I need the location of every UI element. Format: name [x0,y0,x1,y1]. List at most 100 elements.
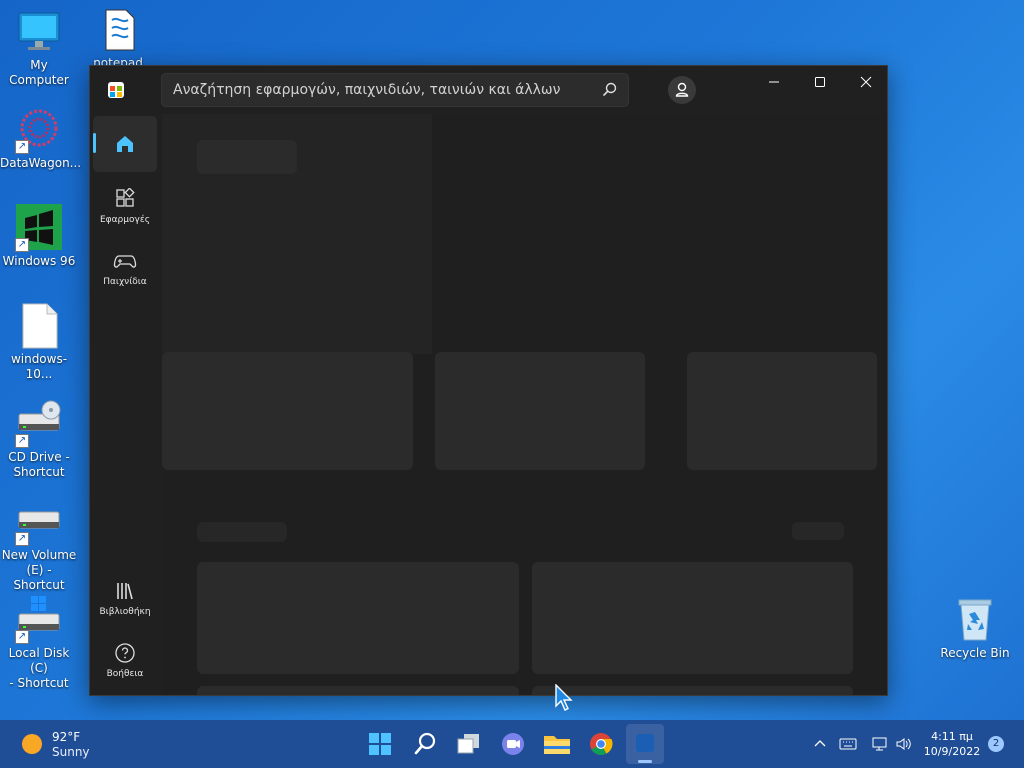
search-input[interactable] [162,74,592,106]
skeleton-card [162,352,413,470]
nav-help-label: Βοήθεια [106,669,144,679]
clock-date: 10/9/2022 [923,745,981,758]
desktop-icon-recycle-bin[interactable]: Recycle Bin [936,596,1014,661]
gamepad-icon [113,255,137,268]
task-view-button[interactable] [453,728,485,760]
clock[interactable]: 4:11 πμ 10/9/2022 [920,728,984,760]
search-taskbar-button[interactable] [409,728,441,760]
title-bar[interactable] [90,66,887,114]
folder-icon [544,736,570,754]
store-logo-icon [108,82,124,98]
maximize-button[interactable] [797,66,843,98]
search-icon[interactable] [602,82,618,98]
desktop-icon-cd-drive[interactable]: ↗ CD Drive - Shortcut [0,400,78,480]
desktop-icon-label: Windows 96 [2,254,76,268]
start-button[interactable] [364,728,396,760]
volume-icon[interactable] [895,736,913,752]
desktop-icon-windows96[interactable]: ↗ Windows 96 [0,204,78,269]
nav-library-label: Βιβλιοθήκη [99,607,151,617]
person-icon [675,82,689,97]
chrome-button[interactable] [585,728,617,760]
windows96-icon: ↗ [15,204,63,252]
desktop-icon-new-volume[interactable]: ↗ New Volume (E) - Shortcut [0,498,78,593]
close-icon [860,76,872,88]
minimize-icon [769,81,779,83]
nav-library[interactable]: Βιβλιοθήκη [93,574,157,630]
nav-games-label: Παιχνίδια [103,277,147,287]
desktop-icon-label: Local Disk (C) - Shortcut [8,646,70,690]
chrome-icon [590,733,613,755]
content-loading [162,114,887,695]
teams-chat-icon [502,733,524,755]
system-drive-icon: ↗ [15,596,63,644]
search-icon [414,732,436,755]
library-icon [117,583,133,600]
maximize-icon [815,77,825,87]
drive-icon: ↗ [15,498,63,546]
nav-active-indicator [93,133,96,153]
close-button[interactable] [843,66,887,98]
nav-games[interactable]: Παιχνίδια [93,244,157,300]
shortcut-arrow-icon: ↗ [15,532,29,546]
weather-temp: 92°F [52,730,81,744]
desktop-icon-label: DataWagon... [0,156,82,170]
windows-logo-icon [369,733,391,755]
taskbar: 92°F Sunny 4:11 πμ 10/9/2022 2 [0,720,1024,768]
store-window: Εφαρμογές Παιχνίδια Βιβλιοθήκη Βοήθεια [89,65,888,696]
file-icon [15,302,63,350]
skeleton-tile [532,562,853,674]
nav-help[interactable]: Βοήθεια [93,636,157,692]
shortcut-arrow-icon: ↗ [15,630,29,644]
account-button[interactable] [668,76,696,104]
recycle-bin-icon [951,596,999,644]
skeleton-title [197,140,297,174]
desktop-icon-local-disk-c[interactable]: ↗ Local Disk (C) - Shortcut [0,596,78,691]
skeleton-section-title [197,522,287,542]
file-explorer-button[interactable] [541,728,573,760]
nav-apps-label: Εφαρμογές [100,215,150,225]
cd-drive-icon: ↗ [15,400,63,448]
notification-badge[interactable]: 2 [988,736,1004,752]
desktop-icon-datawagon[interactable]: ↗ DataWagon... [0,106,82,171]
desktop-icon-label: CD Drive - Shortcut [8,450,70,479]
task-view-icon [457,734,479,754]
shortcut-arrow-icon: ↗ [15,434,29,448]
nav-home[interactable] [93,116,157,172]
network-icon[interactable] [871,736,889,752]
search-box [161,73,629,107]
monitor-icon [15,8,63,56]
skeleton-see-all [792,522,844,540]
skeleton-tile [197,686,519,695]
skeleton-card [435,352,645,470]
skeleton-tile [532,686,853,695]
notepad-icon [94,6,142,54]
store-taskbar-button[interactable] [626,724,664,764]
datawagon-icon: ↗ [15,106,63,154]
clock-time: 4:11 πμ [931,730,973,743]
desktop-icon-label: My Computer [9,58,69,87]
weather-widget[interactable]: 92°F Sunny [18,728,108,762]
desktop-icon-label: Recycle Bin [940,646,1010,660]
desktop-icon-notepad[interactable]: notepad [79,6,157,66]
desktop-icon-label: New Volume (E) - Shortcut [1,548,77,592]
chevron-up-icon[interactable] [812,736,828,752]
desktop-icon-windows10-file[interactable]: windows-10... [0,302,78,382]
desktop-icon-label: windows-10... [10,352,68,381]
apps-icon [116,188,135,207]
weather-condition: Sunny [52,745,90,759]
skeleton-card [687,352,877,470]
nav-apps[interactable]: Εφαρμογές [93,182,157,238]
help-icon [115,643,135,663]
skeleton-tile [197,562,519,674]
minimize-button[interactable] [751,66,797,98]
sidebar: Εφαρμογές Παιχνίδια Βιβλιοθήκη Βοήθεια [90,114,158,695]
shortcut-arrow-icon: ↗ [15,140,29,154]
store-taskbar-icon [636,734,654,752]
mouse-cursor-icon [555,684,573,711]
shortcut-arrow-icon: ↗ [15,238,29,252]
desktop-icon-my-computer[interactable]: My Computer [0,8,78,88]
chat-button[interactable] [497,728,529,760]
sun-icon [22,734,42,754]
keyboard-icon[interactable] [839,736,857,752]
home-icon [117,136,133,152]
